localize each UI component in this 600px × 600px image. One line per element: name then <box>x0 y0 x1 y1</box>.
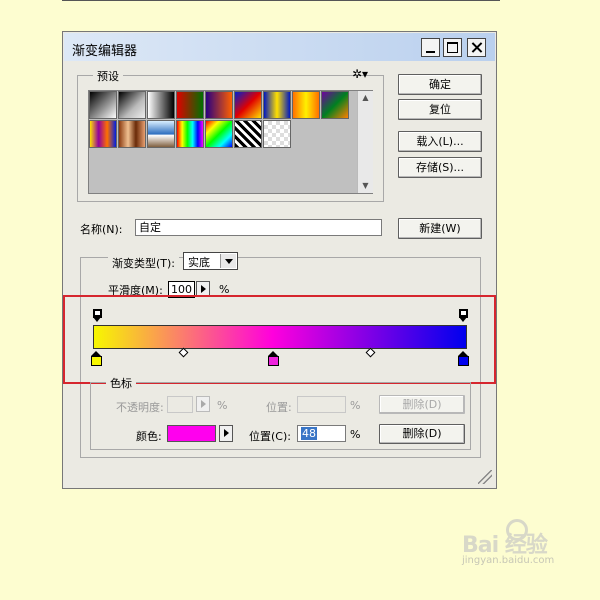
presets-label: 预设 <box>93 68 123 84</box>
location-label: 位置(C): <box>249 430 291 443</box>
gradient-type-dropdown[interactable]: 实底 <box>183 252 238 270</box>
opacity-slider-button[interactable] <box>196 396 210 412</box>
highlight-annotation-box <box>63 295 496 384</box>
resize-grip-icon[interactable] <box>478 470 492 484</box>
opacity-location-input[interactable] <box>297 396 346 413</box>
spectrum-swatch[interactable] <box>176 120 204 148</box>
close-button[interactable] <box>467 38 486 57</box>
location-unit: % <box>350 428 361 441</box>
checker-swatch[interactable] <box>263 120 291 148</box>
preset-scrollbar[interactable]: ▲ ▼ <box>357 91 373 193</box>
location-input[interactable]: 48 <box>297 425 346 442</box>
stops-label: 色标 <box>106 375 136 391</box>
opacity-input[interactable] <box>167 396 193 413</box>
minimize-button[interactable] <box>421 38 440 57</box>
blue-yellow-blue-swatch[interactable] <box>263 91 291 119</box>
violet-orange-swatch[interactable] <box>205 91 233 119</box>
orange-yellow-orange-swatch[interactable] <box>292 91 320 119</box>
watermark-sub-text: jingyan.baidu.com <box>462 555 555 566</box>
name-input[interactable]: 自定 <box>135 219 382 236</box>
new-button[interactable]: 新建(W) <box>398 218 482 239</box>
color-label: 颜色: <box>136 430 162 443</box>
baidu-watermark: Bai 经验 jingyan.baidu.com <box>462 519 554 566</box>
delete-color-stop-button[interactable]: 删除(D) <box>379 424 465 444</box>
opacity-location-label: 位置: <box>266 401 292 414</box>
copper-swatch[interactable] <box>118 120 146 148</box>
stop-color-swatch[interactable] <box>167 425 216 442</box>
red-green-swatch[interactable] <box>176 91 204 119</box>
chrome-swatch[interactable] <box>147 120 175 148</box>
gradient-type-label: 渐变类型(T): <box>108 255 180 271</box>
fg-transparent-swatch[interactable] <box>118 91 146 119</box>
transparent-stripes-swatch[interactable] <box>234 120 262 148</box>
gradient-type-value: 实底 <box>188 256 210 269</box>
opacity-label: 不透明度: <box>116 401 164 414</box>
transparent-rainbow-swatch[interactable] <box>205 120 233 148</box>
delete-opacity-stop-button[interactable]: 删除(D) <box>379 395 465 414</box>
chevron-down-icon[interactable] <box>220 254 236 268</box>
violet-green-orange-swatch[interactable] <box>321 91 349 119</box>
name-label: 名称(N): <box>80 223 123 236</box>
title-bar[interactable]: 渐变编辑器 <box>64 33 495 61</box>
gear-menu-icon[interactable]: ✲▾ <box>352 67 368 81</box>
paw-logo-icon <box>506 519 528 541</box>
scroll-up-arrow-icon[interactable]: ▲ <box>358 91 373 105</box>
location-value: 48 <box>301 427 317 440</box>
yellow-violet-orange-blue-swatch[interactable] <box>89 120 117 148</box>
blue-red-yellow-swatch[interactable] <box>234 91 262 119</box>
black-fade-swatch[interactable] <box>147 91 175 119</box>
top-border-line <box>62 0 500 1</box>
save-button[interactable]: 存储(S)... <box>398 157 482 178</box>
opacity-location-unit: % <box>350 399 361 412</box>
opacity-unit: % <box>217 399 228 412</box>
dialog-title: 渐变编辑器 <box>72 44 138 59</box>
ok-button[interactable]: 确定 <box>398 74 482 95</box>
reset-button[interactable]: 复位 <box>398 99 482 120</box>
black-white-swatch[interactable] <box>89 91 117 119</box>
scroll-down-arrow-icon[interactable]: ▼ <box>358 179 373 193</box>
color-picker-arrow-button[interactable] <box>219 425 233 442</box>
load-button[interactable]: 载入(L)... <box>398 131 482 152</box>
maximize-button[interactable] <box>443 38 462 57</box>
